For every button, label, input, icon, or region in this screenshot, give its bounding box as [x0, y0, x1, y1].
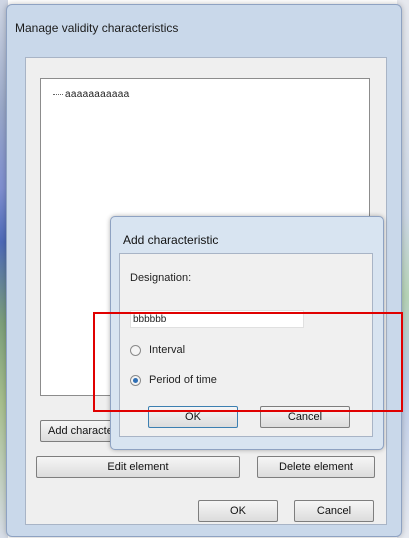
- designation-label: Designation:: [130, 272, 192, 284]
- radio-selected-icon: [130, 374, 141, 386]
- dialog-client-area: Designation: bbbbbb Interval Period of t…: [119, 253, 373, 437]
- window-title: Manage validity characteristics: [15, 21, 179, 35]
- interval-radio-label: Interval: [149, 344, 186, 356]
- period-of-time-radio[interactable]: Period of time: [130, 374, 217, 386]
- dialog-cancel-button[interactable]: Cancel: [260, 406, 350, 428]
- ok-button[interactable]: OK: [198, 500, 278, 522]
- add-characteristic-dialog: Add characteristic Designation: bbbbbb I…: [110, 216, 384, 450]
- dialog-title: Add characteristic: [123, 233, 219, 247]
- tree-item[interactable]: aaaaaaaaaaa: [53, 89, 129, 100]
- interval-radio[interactable]: Interval: [130, 344, 185, 356]
- tree-connector-line: [53, 93, 63, 95]
- edit-element-button[interactable]: Edit element: [36, 456, 240, 478]
- period-of-time-radio-label: Period of time: [149, 374, 217, 386]
- radio-unselected-icon: [130, 344, 141, 356]
- cancel-button[interactable]: Cancel: [294, 500, 374, 522]
- designation-input[interactable]: bbbbbb: [130, 310, 304, 328]
- dialog-ok-button[interactable]: OK: [148, 406, 238, 428]
- delete-element-button[interactable]: Delete element: [257, 456, 375, 478]
- tree-item-label: aaaaaaaaaaa: [65, 89, 130, 100]
